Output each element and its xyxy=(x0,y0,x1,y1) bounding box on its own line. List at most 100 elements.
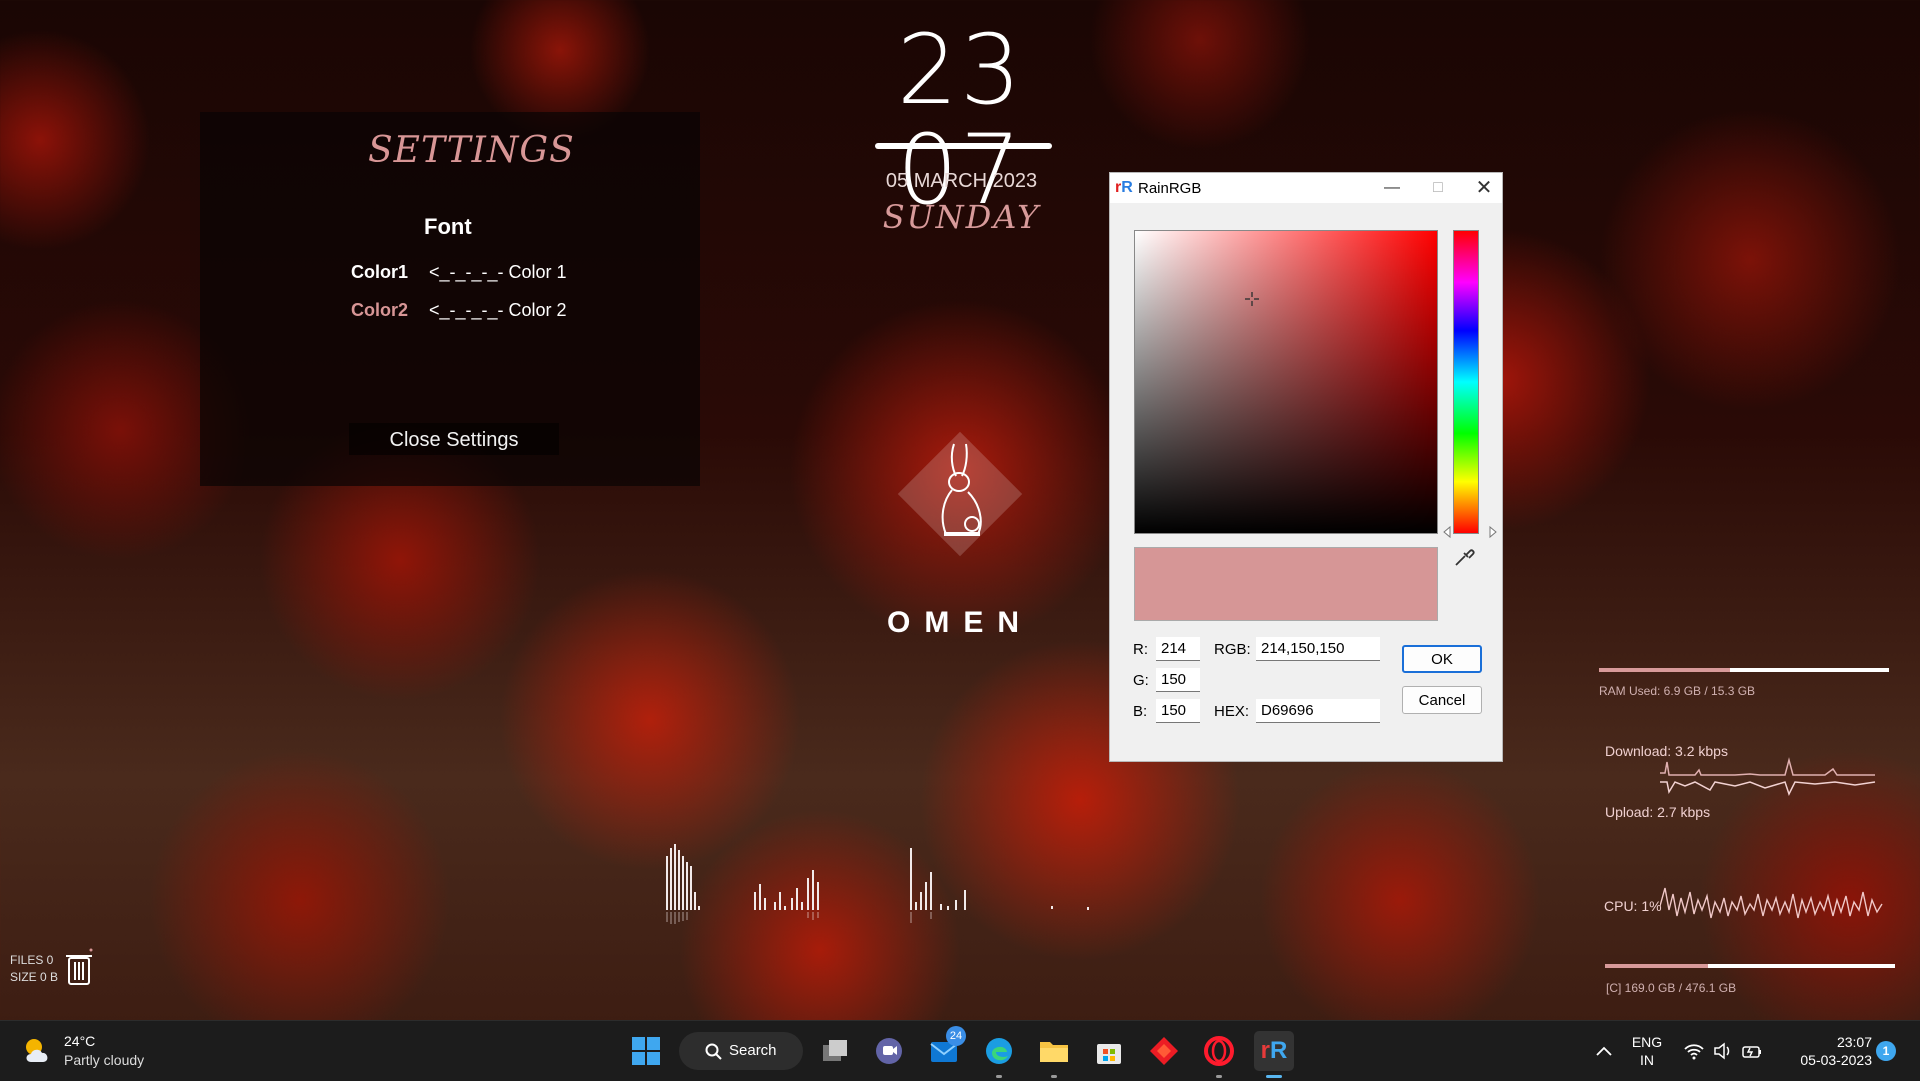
color1-label: Color1 xyxy=(351,262,409,282)
disk-meter-fill xyxy=(1605,964,1708,968)
omen-wordmark: OMEN xyxy=(887,606,1033,639)
volume-icon xyxy=(1714,1042,1730,1060)
g-label: G: xyxy=(1133,672,1149,689)
color2-row[interactable]: Color2 <_-_-_-_- Color 2 xyxy=(351,300,567,321)
color1-row[interactable]: Color1 <_-_-_-_- Color 1 xyxy=(351,262,567,283)
clock-date: 05 MARCH 2023 xyxy=(885,170,1038,192)
r-input[interactable] xyxy=(1156,637,1200,661)
region-code: IN xyxy=(1640,1052,1654,1068)
search-box[interactable]: Search xyxy=(679,1032,803,1070)
partly-cloudy-icon xyxy=(26,1039,48,1062)
eyedropper-icon[interactable] xyxy=(1453,546,1475,573)
language-code: ENG xyxy=(1631,1034,1663,1050)
show-hidden-icons-button[interactable] xyxy=(1584,1031,1624,1071)
weather-desc[interactable]: Partly cloudy xyxy=(64,1052,144,1068)
language-indicator[interactable]: ENG IN xyxy=(1622,1033,1672,1069)
notification-badge[interactable]: 1 xyxy=(1876,1041,1896,1061)
taskbar: 24°C Partly cloudy Search 24 rR ENG IN 2… xyxy=(0,1020,1920,1081)
opera-running-indicator xyxy=(1216,1075,1222,1078)
close-button[interactable]: ✕ xyxy=(1464,175,1504,201)
ram-meter-fill xyxy=(1599,668,1730,672)
cpu-graph xyxy=(1660,887,1883,919)
windows-icon xyxy=(632,1037,660,1065)
start-button[interactable] xyxy=(626,1031,666,1071)
rainrgb-taskbar-icon: rR xyxy=(1260,1037,1288,1064)
audio-visualizer xyxy=(666,844,1089,924)
dialog-titlebar[interactable]: rR RainRGB — □ ✕ xyxy=(1110,173,1502,203)
g-input[interactable] xyxy=(1156,668,1200,692)
color-preview xyxy=(1134,547,1438,621)
mail-badge: 24 xyxy=(946,1026,966,1046)
hex-label: HEX: xyxy=(1214,703,1250,720)
taskbar-time: 23:07 xyxy=(1836,1034,1872,1050)
rainrgb-app-icon: rR xyxy=(1115,179,1133,196)
disk-meter xyxy=(1605,964,1895,968)
hex-input[interactable] xyxy=(1256,699,1380,723)
weather-temp[interactable]: 24°C xyxy=(64,1033,95,1049)
disk-text: [C] 169.0 GB / 476.1 GB xyxy=(1606,981,1737,995)
teams-chat-button[interactable] xyxy=(869,1031,909,1071)
maximize-button[interactable]: □ xyxy=(1418,175,1458,201)
settings-section-font: Font xyxy=(424,214,472,239)
git-app-button[interactable] xyxy=(1144,1031,1184,1071)
taskbar-date: 05-03-2023 xyxy=(1800,1052,1872,1068)
wifi-icon xyxy=(1684,1044,1704,1060)
recycle-bin-icon[interactable] xyxy=(64,948,94,988)
task-view-button[interactable] xyxy=(815,1031,855,1071)
upload-text: Upload: 2.7 kbps xyxy=(1605,804,1711,820)
taskbar-clock[interactable]: 23:07 05-03-2023 xyxy=(1776,1033,1872,1069)
recycle-bin-stats: FILES 0 SIZE 0 B xyxy=(10,952,58,986)
chevron-up-icon xyxy=(1596,1046,1612,1056)
store-icon xyxy=(1097,1044,1121,1064)
settings-title: SETTINGS xyxy=(368,130,575,171)
cpu-text: CPU: 1% xyxy=(1604,898,1662,914)
quick-settings-button[interactable] xyxy=(1670,1031,1776,1071)
rainrgb-taskbar-button[interactable]: rR xyxy=(1254,1031,1294,1078)
close-settings-button[interactable]: Close Settings xyxy=(349,423,559,455)
search-label: Search xyxy=(729,1042,777,1059)
folder-icon xyxy=(1040,1042,1068,1062)
minimize-button[interactable]: — xyxy=(1372,175,1412,201)
rabbit-icon xyxy=(941,443,982,536)
edge-icon xyxy=(986,1038,1012,1064)
crosshair-icon xyxy=(1245,292,1259,306)
clock-underline xyxy=(875,143,1052,149)
saturation-value-picker[interactable] xyxy=(1134,230,1438,534)
opera-button[interactable] xyxy=(1199,1031,1239,1078)
recycle-files: FILES 0 xyxy=(10,953,54,967)
task-view-icon xyxy=(823,1040,847,1061)
store-button[interactable] xyxy=(1089,1031,1129,1071)
hue-slider-handles[interactable] xyxy=(1440,525,1500,539)
rainrgb-dialog: rR RainRGB — □ ✕ R: G: B: RGB: HEX: OK C… xyxy=(1109,172,1503,762)
rainrgb-active-indicator xyxy=(1266,1075,1282,1078)
color2-label: Color2 xyxy=(351,300,409,320)
color2-value[interactable]: <_-_-_-_- Color 2 xyxy=(429,300,567,320)
ok-button[interactable]: OK xyxy=(1402,645,1482,673)
clock-day: SUNDAY xyxy=(882,198,1041,236)
rgb-input[interactable] xyxy=(1256,637,1380,661)
diamond-app-icon xyxy=(1150,1037,1178,1065)
weather-widget[interactable] xyxy=(18,1031,58,1071)
recycle-size: SIZE 0 B xyxy=(10,970,59,984)
search-icon xyxy=(705,1043,722,1060)
ram-meter xyxy=(1599,668,1889,672)
hue-slider[interactable] xyxy=(1453,230,1479,534)
settings-panel: SETTINGS Font Color1 <_-_-_-_- Color 1 Co… xyxy=(200,112,700,486)
chat-icon xyxy=(876,1038,902,1064)
cancel-button[interactable]: Cancel xyxy=(1402,686,1482,714)
r-label: R: xyxy=(1133,641,1148,658)
ram-text: RAM Used: 6.9 GB / 15.3 GB xyxy=(1599,684,1756,698)
b-input[interactable] xyxy=(1156,699,1200,723)
network-graph xyxy=(1660,757,1876,796)
rgb-label: RGB: xyxy=(1214,641,1251,658)
opera-icon xyxy=(1204,1036,1234,1066)
color1-value[interactable]: <_-_-_-_- Color 1 xyxy=(429,262,567,282)
battery-icon xyxy=(1742,1046,1761,1058)
explorer-running-indicator xyxy=(1051,1075,1057,1078)
mail-button[interactable]: 24 xyxy=(924,1026,966,1071)
edge-button[interactable] xyxy=(979,1031,1019,1078)
file-explorer-button[interactable] xyxy=(1034,1031,1074,1078)
omen-logo xyxy=(896,430,1024,558)
dialog-title: RainRGB xyxy=(1138,180,1202,197)
edge-running-indicator xyxy=(996,1075,1002,1078)
